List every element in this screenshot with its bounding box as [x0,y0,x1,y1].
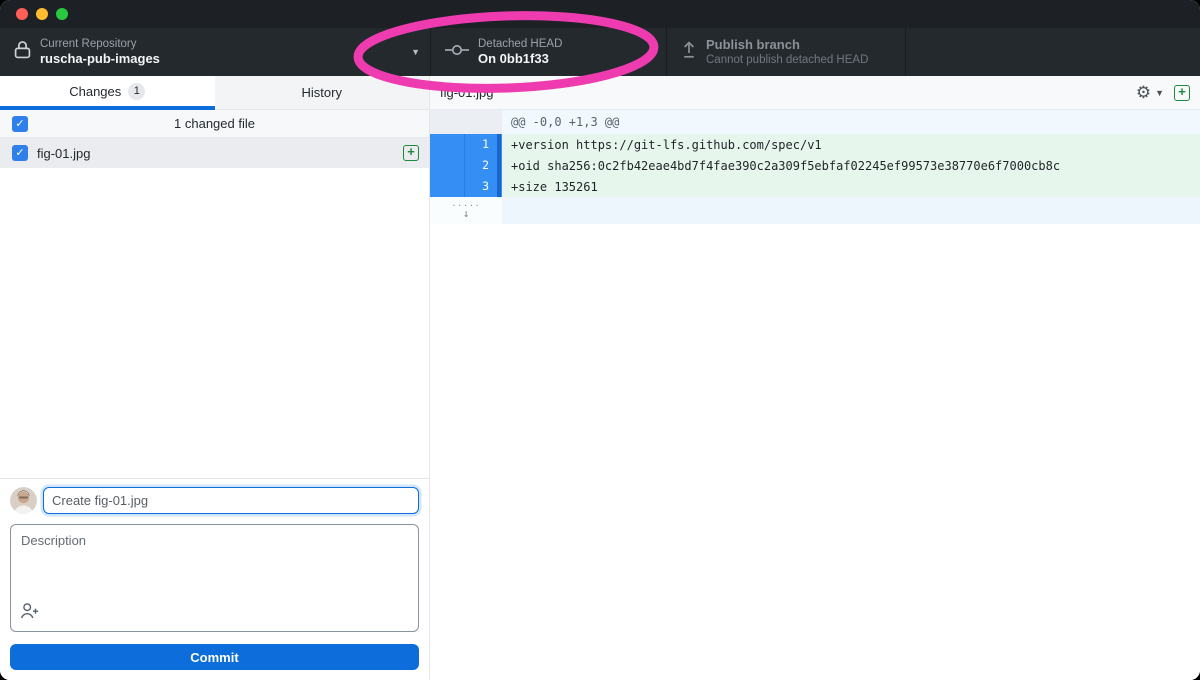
current-repository-dropdown[interactable]: Current Repository ruscha-pub-images ▼ [0,28,430,76]
expand-down-control[interactable]: ····· ↓ [430,197,502,224]
diff-empty-area [430,224,1200,680]
select-all-checkbox[interactable]: ✓ [12,116,28,132]
sidebar-tabs: Changes 1 History [0,76,429,110]
changes-sidebar: Changes 1 History ✓ 1 changed file ✓ fig… [0,76,430,680]
macos-titlebar [0,0,1200,28]
user-avatar [10,487,37,514]
diff-file-name: fig-01.jpg [440,85,1136,100]
close-window-button[interactable] [16,8,28,20]
current-repository-name: ruscha-pub-images [40,51,160,67]
changes-count-badge: 1 [128,83,145,100]
chevron-down-icon: ▼ [411,47,420,57]
app-window: Current Repository ruscha-pub-images ▼ D… [0,0,1200,680]
tab-changes[interactable]: Changes 1 [0,76,215,110]
diff-line-number: 3 [465,176,497,197]
window-controls [16,8,68,20]
main-content: Changes 1 History ✓ 1 changed file ✓ fig… [0,76,1200,680]
zoom-window-button[interactable] [56,8,68,20]
changed-files-header: ✓ 1 changed file [0,110,429,138]
diff-expand-row: ····· ↓ [430,197,1200,224]
diff-line-gutter[interactable]: 3 [430,176,502,197]
diff-line-number: 2 [465,155,497,176]
changed-file-row[interactable]: ✓ fig-01.jpg + [0,138,429,168]
diff-line-text: +version https://git-lfs.github.com/spec… [502,134,1200,155]
toolbar-empty-space [906,28,1200,76]
diff-added-line-row[interactable]: 1 +version https://git-lfs.github.com/sp… [430,134,1200,155]
diff-line-text: +size 135261 [502,176,1200,197]
diff-hunk-gutter [430,110,502,134]
publish-branch-button[interactable]: Publish branch Cannot publish detached H… [667,28,905,76]
diff-panel: fig-01.jpg ⚙ ▼ + @@ -0,0 +1,3 @@ 1 +vers… [430,76,1200,680]
diff-expand-spacer [502,197,1200,224]
diff-line-gutter[interactable]: 1 [430,134,502,155]
commit-button[interactable]: Commit [10,644,419,670]
current-repository-label: Current Repository [40,37,160,51]
git-commit-icon [445,43,469,62]
changed-files-summary: 1 changed file [0,116,429,131]
commit-description-input[interactable] [11,525,418,605]
toolbar: Current Repository ruscha-pub-images ▼ D… [0,28,1200,76]
diff-added-line-row[interactable]: 3 +size 135261 [430,176,1200,197]
diff-line-text: +oid sha256:0c2fb42eae4bd7f4fae390c2a309… [502,155,1200,176]
diff-hunk-header-text: @@ -0,0 +1,3 @@ [502,110,1200,134]
publish-branch-sublabel: Cannot publish detached HEAD [706,53,868,67]
diff-line-gutter[interactable]: 2 [430,155,502,176]
publish-branch-label: Publish branch [706,37,868,53]
upload-arrow-icon [681,41,697,64]
branch-state-value: On 0bb1f33 [478,51,562,67]
tab-history[interactable]: History [215,76,430,110]
diff-hunk-header-row: @@ -0,0 +1,3 @@ [430,110,1200,134]
minimize-window-button[interactable] [36,8,48,20]
commit-description-box [10,524,419,632]
gear-icon[interactable]: ⚙ [1136,84,1151,101]
commit-form: Commit [0,478,429,680]
file-list-empty-area [0,168,429,478]
add-coauthor-icon[interactable] [20,602,39,624]
chevron-down-icon[interactable]: ▼ [1155,88,1164,98]
lock-icon [14,40,31,65]
diff-body: @@ -0,0 +1,3 @@ 1 +version https://git-l… [430,110,1200,224]
file-checkbox[interactable]: ✓ [12,145,28,161]
current-branch-dropdown[interactable]: Detached HEAD On 0bb1f33 ▼ [431,28,666,76]
file-added-status-icon: + [403,145,419,161]
diff-line-number: 1 [465,134,497,155]
diff-header: fig-01.jpg ⚙ ▼ + [430,76,1200,110]
chevron-down-icon: ▼ [647,47,656,57]
tab-changes-label: Changes [69,84,121,99]
add-to-diff-button[interactable]: + [1174,85,1190,101]
branch-state-label: Detached HEAD [478,37,562,51]
tab-history-label: History [302,85,342,100]
diff-added-line-row[interactable]: 2 +oid sha256:0c2fb42eae4bd7f4fae390c2a3… [430,155,1200,176]
changed-file-name: fig-01.jpg [37,146,403,161]
expand-down-arrow-icon: ↓ [463,209,470,219]
commit-summary-input[interactable] [43,487,419,514]
